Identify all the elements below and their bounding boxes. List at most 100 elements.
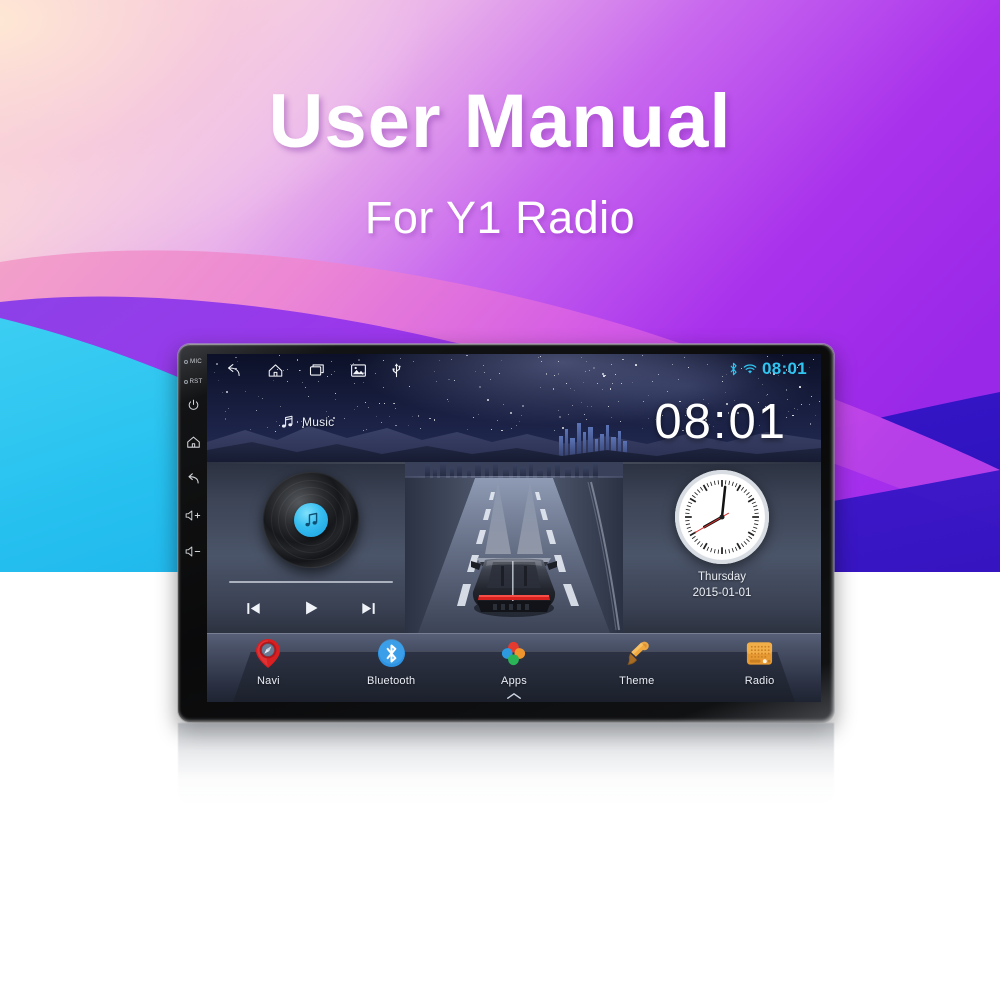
clock-tick — [734, 546, 738, 551]
star — [274, 431, 276, 433]
device-reflection — [178, 723, 834, 805]
star — [275, 420, 277, 422]
clock-tick — [706, 546, 710, 551]
screenshot-root: User Manual For Y1 Radio MIC RST 08:01 M… — [0, 0, 1000, 1000]
clock-tick — [710, 548, 713, 553]
clock-tick — [686, 526, 691, 529]
clock-tick — [748, 535, 753, 540]
clock-tick — [753, 505, 758, 508]
volume-up-button[interactable] — [185, 509, 202, 522]
car-wallpaper-scene — [405, 462, 623, 633]
clock-tick — [689, 497, 697, 503]
playback-progress-bar[interactable] — [229, 581, 393, 583]
dock-item-navi[interactable]: Navi — [207, 633, 330, 687]
star — [487, 399, 490, 401]
back-icon — [187, 473, 199, 484]
chevron-up-icon[interactable] — [506, 692, 522, 700]
reset-label[interactable]: RST — [183, 378, 203, 385]
bluetooth-circle — [377, 638, 405, 667]
dock-item-radio[interactable]: Radio — [698, 633, 821, 687]
star — [245, 390, 247, 392]
previous-track-button[interactable] — [245, 600, 262, 617]
star — [394, 402, 396, 404]
back-nav-button[interactable] — [225, 363, 242, 378]
star — [412, 415, 414, 417]
bluetooth-icon — [375, 637, 407, 669]
power-button[interactable] — [187, 398, 200, 412]
star — [305, 387, 307, 389]
star — [787, 410, 789, 412]
star — [643, 401, 645, 403]
dock-label-theme: Theme — [619, 675, 655, 687]
dock-label-apps: Apps — [501, 675, 527, 687]
device-screen[interactable]: 08:01 Music 08:01 Thursday 2015-01-01 Na… — [207, 354, 821, 702]
music-player-widget[interactable] — [213, 464, 409, 632]
dock-items: Navi Bluetooth Apps Theme Radio — [207, 633, 821, 702]
clock-tick — [740, 486, 745, 491]
home-icon — [268, 363, 283, 377]
gallery-icon — [351, 363, 366, 377]
star — [667, 390, 669, 392]
clock-widget[interactable]: Thursday 2015-01-01 — [631, 466, 813, 631]
clock-minute-hand — [720, 485, 727, 519]
volume-down-icon — [185, 546, 200, 557]
dock-label-navi: Navi — [256, 675, 280, 687]
star — [343, 418, 345, 419]
home-nav-button[interactable] — [267, 363, 284, 378]
playback-controls — [225, 593, 397, 623]
clock-tick — [753, 523, 759, 526]
star — [266, 427, 268, 429]
star — [601, 388, 604, 391]
star — [573, 390, 575, 392]
usb-nav-button[interactable] — [391, 362, 402, 378]
sports-car — [471, 558, 557, 612]
home-hw-button[interactable] — [186, 435, 201, 449]
clock-tick — [702, 542, 708, 550]
star — [224, 418, 226, 420]
star — [799, 386, 801, 388]
star — [800, 404, 802, 406]
volume-down-button[interactable] — [185, 545, 202, 558]
play-icon — [306, 601, 318, 615]
star — [392, 403, 394, 404]
clock-face — [680, 475, 764, 559]
star — [648, 395, 650, 397]
star — [509, 411, 512, 414]
back-hw-button[interactable] — [186, 472, 201, 486]
clock-tick — [734, 483, 738, 488]
star — [356, 406, 358, 408]
dock-label-radio: Radio — [744, 675, 775, 687]
dock-item-apps[interactable]: Apps — [453, 633, 576, 699]
page-subtitle: For Y1 Radio — [364, 192, 636, 243]
dock-item-bluetooth[interactable]: Bluetooth — [330, 633, 453, 687]
dock-item-theme[interactable]: Theme — [575, 633, 698, 687]
home-widgets-panel: Thursday 2015-01-01 — [207, 462, 821, 633]
star — [417, 415, 420, 417]
star — [571, 404, 573, 406]
next-track-button[interactable] — [360, 600, 377, 617]
star — [725, 391, 727, 393]
clock-tick — [728, 480, 731, 486]
star — [228, 408, 230, 410]
apps-petals — [502, 641, 526, 665]
clock-tick — [696, 489, 701, 493]
star — [408, 386, 410, 387]
recents-nav-button[interactable] — [309, 363, 326, 377]
music-shortcut[interactable]: Music — [281, 415, 334, 429]
app-dock: Navi Bluetooth Apps Theme Radio — [207, 633, 821, 702]
clock-tick — [710, 481, 713, 486]
clock-tick — [736, 542, 742, 550]
clock-tick — [753, 526, 758, 529]
star — [785, 389, 788, 391]
gallery-nav-button[interactable] — [351, 363, 366, 377]
clock-tick — [702, 484, 708, 492]
radio-box — [747, 641, 773, 665]
star — [447, 400, 449, 402]
star — [787, 399, 789, 401]
play-button[interactable] — [302, 599, 320, 617]
reset-hole-icon[interactable] — [183, 379, 188, 384]
star — [552, 388, 555, 390]
clock-tick — [688, 529, 693, 533]
vinyl-record[interactable] — [263, 472, 359, 568]
clock-tick — [751, 529, 756, 533]
